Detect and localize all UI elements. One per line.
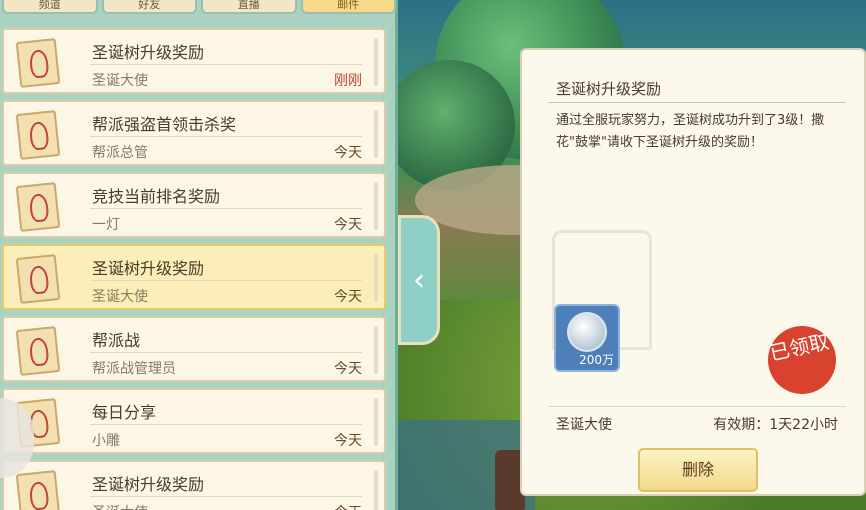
- claimed-stamp: 已领取: [761, 319, 843, 401]
- envelope-icon: [12, 36, 66, 90]
- divider: [548, 102, 846, 103]
- mail-time: 今天: [334, 502, 362, 510]
- envelope-icon: [12, 324, 66, 378]
- mail-item[interactable]: 圣诞树升级奖励 圣诞大使 今天: [2, 460, 386, 510]
- detail-expiry: 有效期：1天22小时: [713, 417, 838, 433]
- mail-title: 竞技当前排名奖励: [92, 187, 221, 206]
- mail-sender: 圣诞大使: [92, 502, 148, 510]
- reward-item[interactable]: 200万: [554, 304, 620, 372]
- detail-body: 通过全服玩家努力，圣诞树成功升到了3级！撒花"鼓掌"请收下圣诞树升级的奖励！: [556, 113, 825, 150]
- detail-title: 圣诞树升级奖励: [556, 80, 662, 98]
- mail-title: 圣诞树升级奖励: [92, 475, 205, 494]
- divider: [90, 64, 362, 65]
- divider: [90, 496, 362, 497]
- mail-item[interactable]: 每日分享 小雕 今天: [2, 388, 386, 454]
- mail-time: 今天: [334, 289, 362, 305]
- tab-friends[interactable]: 好友: [101, 0, 197, 14]
- silver-coin-icon: [567, 312, 607, 352]
- divider: [90, 136, 362, 137]
- mail-item[interactable]: 竞技当前排名奖励 一灯 今天: [2, 172, 386, 238]
- mail-title: 帮派强盗首领击杀奖: [92, 115, 237, 134]
- tab-live[interactable]: 直播: [201, 0, 297, 14]
- scroll-mark: [374, 38, 378, 86]
- mail-item-selected[interactable]: 圣诞树升级奖励 圣诞大使 今天: [2, 244, 386, 310]
- scroll-mark: [374, 326, 378, 374]
- scroll-mark: [374, 254, 378, 302]
- mail-item[interactable]: 圣诞树升级奖励 圣诞大使 刚刚: [2, 28, 386, 94]
- mail-item[interactable]: 帮派强盗首领击杀奖 帮派总管 今天: [2, 100, 386, 166]
- tab-bar: 频道 好友 直播 邮件: [0, 0, 398, 16]
- envelope-icon: [12, 252, 66, 306]
- reward-amount: 200万: [579, 353, 614, 367]
- divider: [90, 424, 362, 425]
- tab-mail[interactable]: 邮件: [300, 0, 396, 14]
- mail-item[interactable]: 帮派战 帮派战管理员 今天: [2, 316, 386, 382]
- mail-time: 今天: [334, 433, 362, 449]
- mail-list-panel: 频道 好友 直播 邮件 圣诞树升级奖励 圣诞大使 刚刚 帮派强盗首领击杀奖 帮派…: [0, 0, 398, 510]
- envelope-icon: [12, 180, 66, 234]
- divider: [548, 406, 846, 407]
- detail-sender: 圣诞大使: [556, 417, 612, 433]
- divider: [90, 280, 362, 281]
- mail-time: 刚刚: [334, 73, 362, 89]
- envelope-icon: [12, 108, 66, 162]
- mail-sender: 圣诞大使: [92, 289, 148, 305]
- mail-time: 今天: [334, 145, 362, 161]
- mail-sender: 帮派战管理员: [92, 361, 176, 377]
- delete-button[interactable]: 删除: [638, 448, 758, 492]
- mail-title: 圣诞树升级奖励: [92, 259, 205, 278]
- divider: [90, 352, 362, 353]
- tab-channel[interactable]: 频道: [2, 0, 98, 14]
- mail-sender: 帮派总管: [92, 145, 148, 161]
- mail-time: 今天: [334, 217, 362, 233]
- scroll-mark: [374, 398, 378, 446]
- mail-title: 帮派战: [92, 331, 141, 350]
- mail-time: 今天: [334, 361, 362, 377]
- mail-sender: 一灯: [92, 217, 120, 233]
- scroll-mark: [374, 182, 378, 230]
- mail-sender: 圣诞大使: [92, 73, 148, 89]
- envelope-icon: [12, 468, 66, 510]
- mail-sender: 小雕: [92, 433, 120, 449]
- scroll-mark: [374, 110, 378, 158]
- scroll-mark: [374, 470, 378, 510]
- divider: [90, 208, 362, 209]
- collapse-handle-chevron-left-icon[interactable]: ‹: [398, 215, 440, 345]
- mail-title: 每日分享: [92, 403, 157, 422]
- mail-title: 圣诞树升级奖励: [92, 43, 205, 62]
- mail-detail-panel: 圣诞树升级奖励 通过全服玩家努力，圣诞树成功升到了3级！撒花"鼓掌"请收下圣诞树…: [520, 48, 866, 496]
